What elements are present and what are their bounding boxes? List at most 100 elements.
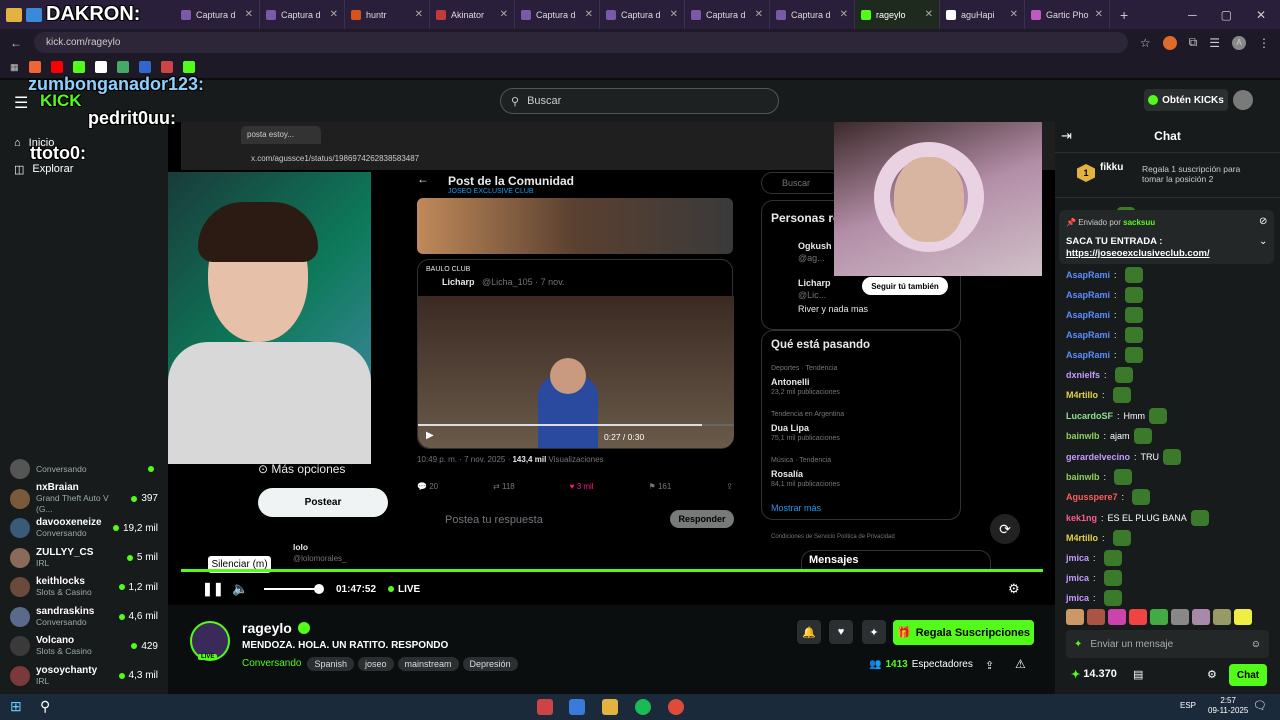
browser-tab[interactable]: Gartic Pho ✕	[1025, 0, 1110, 29]
quick-emote-icon[interactable]	[1129, 609, 1147, 625]
url-field[interactable]: kick.com/rageylo	[34, 32, 1128, 53]
video-player[interactable]: posta estoy... x.com/agussce1/status/198…	[168, 122, 1055, 605]
browser-tab[interactable]: rageylo ✕	[855, 0, 940, 29]
quick-emote-icon[interactable]	[1087, 609, 1105, 625]
pinned-link[interactable]: https://joseoexclusiveclub.com/	[1066, 248, 1210, 259]
reply-button[interactable]: Responder	[670, 510, 734, 528]
messages-drawer[interactable]: Mensajes	[801, 550, 991, 570]
send-chat-button[interactable]: Chat	[1229, 664, 1267, 686]
trend-name[interactable]: Rosalía	[771, 469, 803, 479]
profile-avatar[interactable]: A	[1232, 35, 1246, 50]
bookmark-icon[interactable]	[160, 61, 173, 73]
chat-username[interactable]: AsapRami	[1066, 310, 1110, 320]
kick-icon[interactable]	[72, 61, 85, 73]
user-avatar[interactable]	[1233, 90, 1253, 110]
x-grok-icon[interactable]: ⟳	[990, 514, 1020, 544]
search-input[interactable]: ⚲ Buscar	[500, 88, 779, 114]
close-tab-icon[interactable]: ✕	[755, 9, 763, 20]
chat-username[interactable]: dxnielfs	[1066, 370, 1100, 380]
quoted-play-icon[interactable]: ▶	[426, 430, 434, 441]
close-window-icon[interactable]: ✕	[1256, 8, 1266, 22]
browser-tab[interactable]: Akinator ✕	[430, 0, 515, 29]
kicks-balance[interactable]: ✦ 14.370	[1071, 668, 1117, 681]
quoted-video-progress[interactable]	[418, 424, 734, 426]
volume-knob[interactable]	[314, 584, 324, 594]
tab-search-icon[interactable]: ☰	[1209, 36, 1220, 50]
taskbar-app-icon[interactable]	[537, 699, 553, 715]
extensions-puzzle-icon[interactable]: ⧉	[1189, 35, 1198, 50]
trend-name[interactable]: Dua Lipa	[771, 423, 809, 433]
person-name[interactable]: Ogkush	[798, 241, 832, 251]
share-action[interactable]: ⇪	[726, 482, 733, 491]
quick-emote-icon[interactable]	[1150, 609, 1168, 625]
windows-start-icon[interactable]: ⊞	[10, 698, 22, 715]
close-tab-icon[interactable]: ✕	[500, 9, 508, 20]
chat-settings-icon[interactable]: ⚙	[1207, 668, 1217, 681]
close-tab-icon[interactable]: ✕	[840, 9, 848, 20]
stream-category[interactable]: Conversando	[242, 658, 301, 669]
chat-input[interactable]: ✦ Enviar un mensaje ☺	[1066, 630, 1269, 658]
post-button[interactable]: Postear	[258, 488, 388, 517]
browser-tab[interactable]: Captura d ✕	[515, 0, 600, 29]
menu-kebab-icon[interactable]: ⋮	[1258, 36, 1270, 50]
kicks-spark-icon[interactable]: ✦	[862, 620, 886, 644]
sidebar-channel[interactable]: Conversando	[0, 455, 168, 483]
menu-hamburger-icon[interactable]: ☰	[14, 93, 28, 113]
quick-emote-icon[interactable]	[1171, 609, 1189, 625]
chat-username[interactable]: jmica	[1066, 593, 1089, 603]
browser-tab[interactable]: Captura d ✕	[260, 0, 345, 29]
expand-pinned-icon[interactable]: ⌄	[1259, 236, 1267, 247]
chat-username[interactable]: jmica	[1066, 573, 1089, 583]
chat-username[interactable]: AsapRami	[1066, 330, 1110, 340]
follow-button[interactable]: Seguir tú también	[862, 277, 948, 295]
close-tab-icon[interactable]: ✕	[1010, 9, 1018, 20]
unpin-icon[interactable]: ⊘	[1259, 216, 1267, 227]
chat-username[interactable]: AsapRami	[1066, 290, 1110, 300]
sidebar-channel[interactable]: yosoychanty IRL 4,3 mil	[0, 662, 168, 690]
close-tab-icon[interactable]: ✕	[245, 9, 253, 20]
store-icon[interactable]: ▤	[1133, 668, 1143, 681]
taskbar-app-icon[interactable]	[569, 699, 585, 715]
kicks-spark-icon[interactable]: ✦	[1074, 639, 1082, 650]
show-more-link[interactable]: Mostrar más	[771, 503, 821, 513]
x-search[interactable]: Buscar	[761, 172, 841, 194]
chat-username[interactable]: M4rtillo	[1066, 533, 1098, 543]
notifications-icon[interactable]: 🗨	[1253, 699, 1267, 712]
close-tab-icon[interactable]: ✕	[925, 9, 933, 20]
taskbar-search-icon[interactable]: ⚲	[40, 698, 50, 715]
person-name[interactable]: Licharp	[798, 278, 831, 288]
reply-input[interactable]: Postea tu respuesta	[445, 514, 543, 526]
follow-heart-icon[interactable]: ♥	[829, 620, 853, 644]
get-kicks-button[interactable]: Obtén KICKs	[1144, 89, 1228, 111]
stream-tag[interactable]: Depresión	[462, 657, 518, 671]
sidebar-channel[interactable]: nxBraian Grand Theft Auto V (G... 397	[0, 482, 168, 514]
new-tab-icon[interactable]: +	[1110, 7, 1138, 23]
quick-emote-icon[interactable]	[1234, 609, 1252, 625]
browser-tab[interactable]: huntr ✕	[345, 0, 430, 29]
report-icon[interactable]: ⚠	[1015, 657, 1026, 671]
bookmark-star-icon[interactable]: ☆	[1140, 36, 1151, 50]
emote-picker-icon[interactable]: ☺	[1251, 639, 1261, 650]
chat-username[interactable]: bainwlb	[1066, 431, 1100, 441]
browser-tab[interactable]: Captura d ✕	[600, 0, 685, 29]
chat-username[interactable]: kek1ng	[1066, 513, 1097, 523]
pause-icon[interactable]: ❚❚	[202, 581, 224, 597]
chat-username[interactable]: LucardoSF	[1066, 411, 1113, 421]
leader-name[interactable]: fikku	[1100, 162, 1123, 173]
trend-name[interactable]: Antonelli	[771, 377, 810, 387]
stream-tag[interactable]: joseo	[358, 657, 394, 671]
close-tab-icon[interactable]: ✕	[1095, 9, 1103, 20]
share-icon[interactable]: ⇪	[985, 659, 994, 672]
chat-username[interactable]: AsapRami	[1066, 270, 1110, 280]
settings-gear-icon[interactable]: ⚙	[1008, 581, 1020, 597]
close-tab-icon[interactable]: ✕	[415, 9, 423, 20]
browser-tab[interactable]: Captura d ✕	[685, 0, 770, 29]
tiktok-icon[interactable]	[94, 61, 107, 73]
sidebar-channel[interactable]: ZULLYY_CS IRL 5 mil	[0, 544, 168, 572]
reply-action[interactable]: 💬 20	[417, 482, 438, 491]
notify-bell-icon[interactable]: 🔔	[797, 620, 821, 644]
sidebar-channel[interactable]: keithlocks Slots & Casino 1,2 mil	[0, 573, 168, 601]
close-tab-icon[interactable]: ✕	[330, 9, 338, 20]
sidebar-channel[interactable]: Volcano Slots & Casino 429	[0, 632, 168, 660]
youtube-icon[interactable]	[50, 61, 63, 73]
